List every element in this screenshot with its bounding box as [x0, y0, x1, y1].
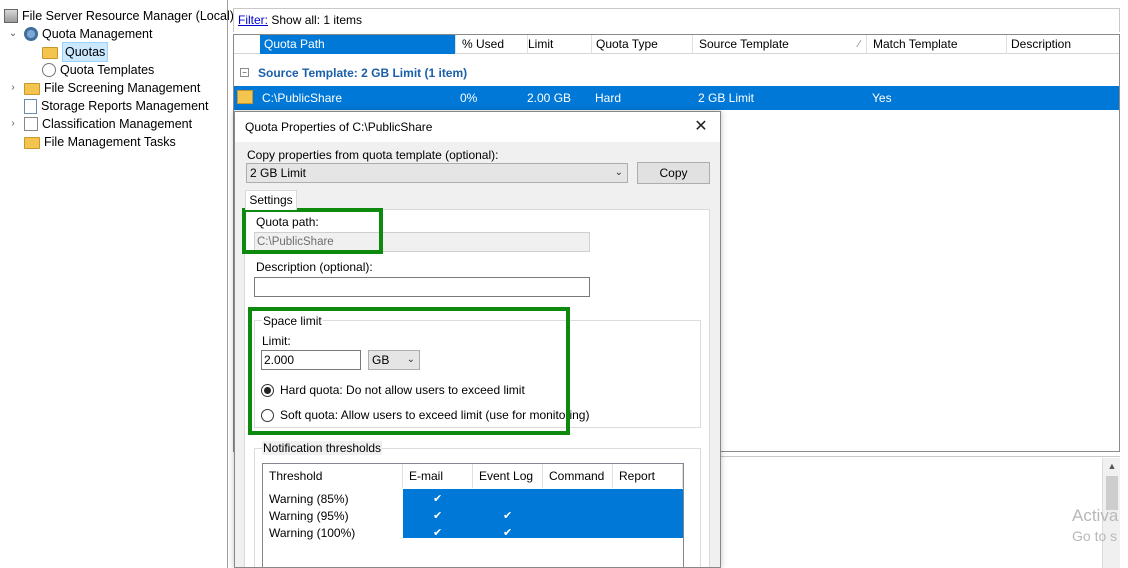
grid-header: Quota Path % Used Limit Quota Type Sourc… [234, 35, 1119, 54]
description-label: Description (optional): [256, 260, 373, 274]
notification-row[interactable]: Warning (85%) [263, 491, 349, 508]
notification-table: Threshold E-mail Event Log Command Repor… [262, 463, 684, 567]
tree-item-quota-management[interactable]: ⌄ Quota Management [4, 25, 153, 43]
filter-link[interactable]: Filter: [238, 13, 268, 27]
group-header-label: Source Template: 2 GB Limit (1 item) [258, 66, 468, 80]
watermark-line-1: Activa [1072, 506, 1119, 525]
cell-used: 0% [460, 91, 478, 105]
notification-thresholds-title: Notification thresholds [262, 441, 383, 455]
tree-item-classification-label: Classification Management [42, 117, 193, 131]
tree-item-file-management-tasks[interactable]: File Management Tasks [24, 133, 176, 151]
notif-column-email[interactable]: E-mail [403, 464, 473, 488]
filter-bar: Filter: Show all: 1 items [233, 8, 1120, 32]
tree-item-file-screening-label: File Screening Management [44, 81, 201, 95]
details-pane [718, 456, 1120, 568]
notif-column-threshold[interactable]: Threshold [263, 464, 403, 488]
eventlog-check-icon: ✔ [503, 527, 513, 539]
notif-threshold: Warning (100%) [269, 526, 356, 540]
notif-threshold: Warning (85%) [269, 492, 349, 506]
cell-limit: 2.00 GB [527, 91, 572, 105]
template-select-value: 2 GB Limit [250, 166, 307, 180]
copy-button[interactable]: Copy [637, 162, 710, 184]
notification-selection [403, 489, 683, 538]
folder-icon [24, 83, 40, 95]
expand-icon[interactable]: › [8, 115, 18, 133]
description-field[interactable] [254, 277, 590, 297]
tree-item-file-management-tasks-label: File Management Tasks [44, 135, 176, 149]
notif-column-eventlog[interactable]: Event Log [473, 464, 543, 488]
table-row[interactable]: C:\PublicShare 0% 2.00 GB Hard 2 GB Limi… [234, 86, 1119, 110]
tree-item-quotas-label: Quotas [62, 42, 109, 62]
tree-item-quota-templates[interactable]: Quota Templates [42, 61, 154, 79]
tree-item-quota-management-label: Quota Management [42, 27, 153, 41]
close-icon[interactable]: ✕ [690, 116, 712, 138]
notification-row[interactable]: Warning (95%) [263, 508, 349, 525]
column-header-description[interactable]: Description [1007, 35, 1119, 54]
group-collapse-icon[interactable]: − [240, 68, 249, 77]
notif-column-command[interactable]: Command [543, 464, 613, 488]
tree-item-quota-templates-label: Quota Templates [60, 63, 155, 77]
notif-column-report[interactable]: Report [613, 464, 683, 488]
eventlog-check-icon: ✔ [503, 510, 513, 522]
column-header-used[interactable]: % Used [458, 35, 528, 54]
cell-match-template: Yes [872, 91, 892, 105]
template-select[interactable]: 2 GB Limit ⌄ [246, 163, 628, 183]
column-header-limit[interactable]: Limit [524, 35, 592, 54]
cell-quota-type: Hard [595, 91, 622, 105]
email-check-icon: ✔ [433, 493, 443, 505]
column-header-source-template[interactable]: Source Template ∕ [695, 35, 867, 54]
notif-threshold: Warning (95%) [269, 509, 349, 523]
tree-item-quotas[interactable]: Quotas [42, 42, 109, 62]
chevron-down-icon: ⌄ [614, 167, 623, 178]
cell-source-template: 2 GB Limit [698, 91, 755, 105]
activation-watermark: Activa Go to s [1072, 506, 1118, 546]
tab-settings[interactable]: Settings [245, 190, 297, 210]
column-header-source-template-label: Source Template [699, 37, 789, 51]
folder-icon [42, 47, 58, 59]
server-icon [4, 9, 18, 23]
navigation-tree: File Server Resource Manager (Local) ⌄ Q… [0, 0, 234, 568]
expand-icon[interactable]: › [8, 79, 18, 97]
dialog-title-bar: Quota Properties of C:\PublicShare [235, 112, 720, 142]
collapse-icon[interactable]: ⌄ [8, 25, 18, 43]
group-header-row[interactable]: − Source Template: 2 GB Limit (1 item) [234, 63, 1119, 83]
dialog-title: Quota Properties of C:\PublicShare [245, 120, 433, 134]
copy-properties-label: Copy properties from quota template (opt… [247, 148, 499, 162]
cell-quota-path: C:\PublicShare [262, 91, 343, 105]
email-check-icon: ✔ [433, 527, 443, 539]
scroll-up-icon[interactable]: ▲ [1103, 458, 1121, 474]
scroll-thumb[interactable] [1106, 476, 1118, 510]
sort-icon: ∕ [858, 39, 860, 50]
quota-gear-icon [24, 27, 38, 41]
column-header-quota-type[interactable]: Quota Type [592, 35, 693, 54]
column-header-quota-path[interactable]: Quota Path [260, 35, 456, 54]
email-check-icon: ✔ [433, 510, 443, 522]
column-header-match-template[interactable]: Match Template [869, 35, 1007, 54]
classification-icon [24, 117, 38, 131]
tree-item-classification[interactable]: › Classification Management [4, 115, 192, 133]
filter-status: Show all: 1 items [271, 13, 363, 27]
tree-item-file-screening[interactable]: › File Screening Management [4, 79, 200, 97]
quota-folder-icon [237, 90, 253, 104]
tree-item-root[interactable]: File Server Resource Manager (Local) [4, 7, 234, 25]
tree-item-storage-reports-label: Storage Reports Management [41, 99, 209, 113]
report-icon [24, 98, 37, 114]
folder-icon [24, 137, 40, 149]
tree-item-root-label: File Server Resource Manager (Local) [22, 9, 234, 23]
notification-row[interactable]: Warning (100%) [263, 525, 355, 542]
watermark-line-2: Go to s [1072, 528, 1118, 544]
quota-path-highlight [242, 208, 383, 254]
tree-item-storage-reports[interactable]: Storage Reports Management [24, 97, 208, 115]
space-limit-highlight [248, 307, 570, 435]
template-icon [42, 63, 56, 77]
